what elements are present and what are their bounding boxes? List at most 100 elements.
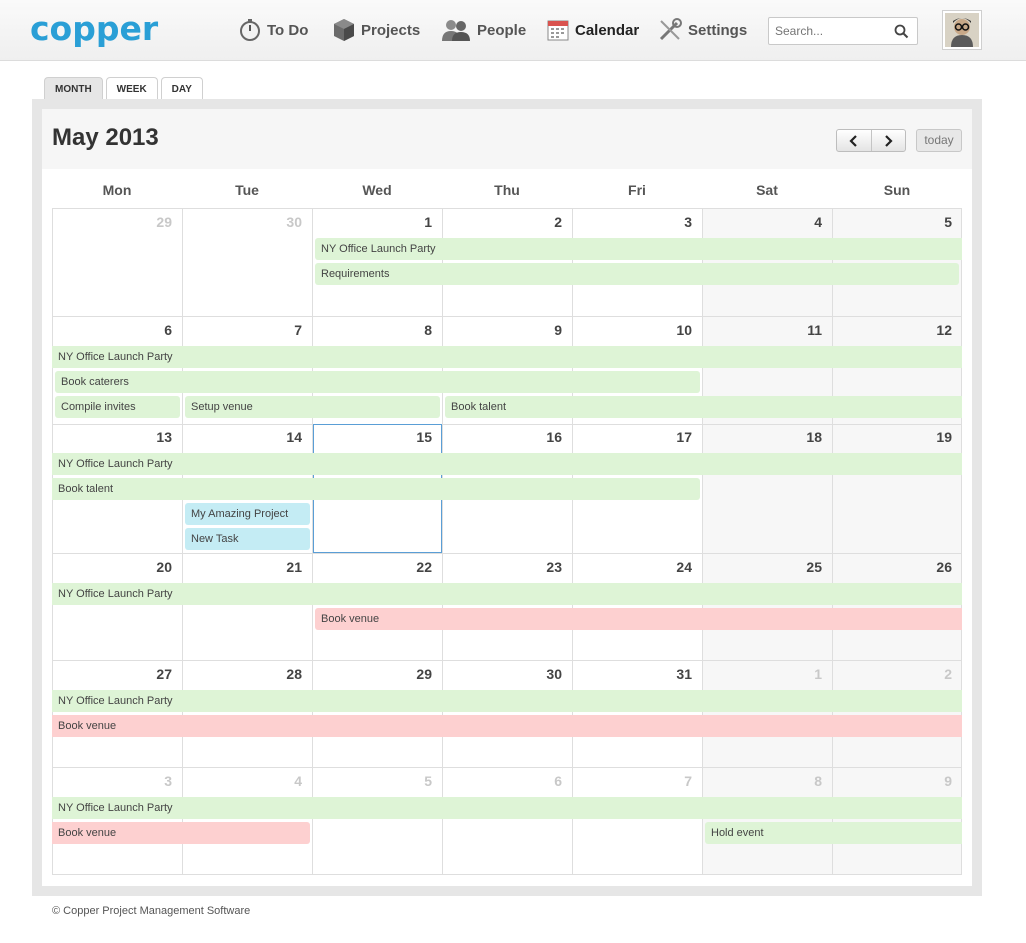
copper-logo[interactable]: copper <box>30 8 165 50</box>
nav-todo-label: To Do <box>267 21 309 39</box>
footer-copyright: © Copper Project Management Software <box>52 905 251 917</box>
day-number: 24 <box>676 559 692 575</box>
day-number: 23 <box>546 559 562 575</box>
day-number: 5 <box>944 214 952 230</box>
tab-week[interactable]: WEEK <box>105 77 158 100</box>
calendar-event[interactable]: Requirements <box>315 263 959 285</box>
day-number: 29 <box>416 666 432 682</box>
day-number: 15 <box>416 429 432 445</box>
weekday-header: Mon <box>102 182 132 198</box>
day-number: 12 <box>936 322 952 338</box>
calendar-event[interactable]: Hold event <box>705 822 962 844</box>
calendar-event[interactable]: NY Office Launch Party <box>52 453 962 475</box>
search-box <box>768 17 918 45</box>
day-number: 9 <box>944 773 952 789</box>
calendar-event[interactable]: Book talent <box>445 396 962 418</box>
day-number: 3 <box>684 214 692 230</box>
calendar-event[interactable]: Setup venue <box>185 396 440 418</box>
calendar-event[interactable]: NY Office Launch Party <box>52 346 962 368</box>
day-number: 28 <box>286 666 302 682</box>
nav-settings[interactable]: Settings <box>657 16 747 44</box>
calendar-event[interactable]: Book venue <box>52 822 310 844</box>
day-number: 5 <box>424 773 432 789</box>
search-icon[interactable] <box>894 24 909 39</box>
box-icon <box>334 19 354 41</box>
day-number: 4 <box>294 773 302 789</box>
nav-calendar[interactable]: Calendar <box>546 16 639 44</box>
calendar-event[interactable]: Compile invites <box>55 396 180 418</box>
calendar-event[interactable]: Book caterers <box>55 371 700 393</box>
day-number: 31 <box>676 666 692 682</box>
nav-people[interactable]: People <box>440 16 526 44</box>
day-number: 3 <box>164 773 172 789</box>
stopwatch-icon <box>240 19 260 41</box>
day-number: 13 <box>156 429 172 445</box>
day-number: 20 <box>156 559 172 575</box>
calendar-event[interactable]: NY Office Launch Party <box>52 797 962 819</box>
day-number: 2 <box>944 666 952 682</box>
weekday-header: Thu <box>494 182 520 198</box>
weekday-header: Sun <box>883 182 911 198</box>
day-number: 21 <box>286 559 302 575</box>
tab-day[interactable]: DAY <box>160 77 203 100</box>
day-number: 27 <box>156 666 172 682</box>
calendar-event[interactable]: Book talent <box>52 478 700 500</box>
calendar-event[interactable]: My Amazing Project <box>185 503 310 525</box>
chevron-right-icon <box>885 134 894 147</box>
weekday-header: Sat <box>756 182 778 198</box>
day-number: 11 <box>807 322 822 338</box>
day-number: 16 <box>546 429 562 445</box>
people-icon <box>442 20 470 41</box>
weekday-header: Tue <box>235 182 259 198</box>
wrench-icon <box>659 18 682 41</box>
day-number: 14 <box>286 429 302 445</box>
nav-todo[interactable]: To Do <box>238 16 308 44</box>
month-navigation <box>836 129 906 152</box>
calendar-event[interactable]: NY Office Launch Party <box>52 690 962 712</box>
calendar-event[interactable]: NY Office Launch Party <box>52 583 962 605</box>
day-number: 8 <box>814 773 822 789</box>
next-month-button[interactable] <box>870 130 905 151</box>
calendar-icon <box>547 20 569 41</box>
chevron-left-icon <box>849 134 857 147</box>
day-number: 1 <box>814 666 822 682</box>
top-header: copper To Do Projects People Calendar Se… <box>0 0 1026 61</box>
day-number: 29 <box>156 214 172 230</box>
nav-settings-label: Settings <box>688 21 748 39</box>
day-number: 2 <box>554 214 562 230</box>
day-number: 7 <box>294 322 302 338</box>
tab-month[interactable]: MONTH <box>44 77 103 100</box>
day-number: 26 <box>936 559 952 575</box>
day-number: 10 <box>676 322 692 338</box>
weekday-header: Wed <box>362 182 392 198</box>
view-tabs: MONTH WEEK DAY <box>44 77 206 100</box>
day-number: 30 <box>546 666 562 682</box>
nav-projects[interactable]: Projects <box>332 16 420 44</box>
calendar-event[interactable]: New Task <box>185 528 310 550</box>
nav-calendar-label: Calendar <box>575 21 640 39</box>
nav-people-label: People <box>477 21 527 39</box>
search-input[interactable] <box>769 18 889 44</box>
today-button[interactable]: today <box>916 129 962 152</box>
user-avatar[interactable] <box>942 10 982 50</box>
day-number: 6 <box>554 773 562 789</box>
calendar-event[interactable]: Book venue <box>52 715 962 737</box>
day-number: 25 <box>806 559 822 575</box>
day-number: 30 <box>286 214 302 230</box>
day-number: 1 <box>424 214 432 230</box>
day-number: 6 <box>164 322 172 338</box>
day-number: 8 <box>424 322 432 338</box>
month-title: May 2013 <box>52 124 159 151</box>
weekday-header: Fri <box>628 182 646 198</box>
prev-month-button[interactable] <box>837 130 871 151</box>
svg-text:copper: copper <box>30 9 159 48</box>
day-number: 19 <box>936 429 952 445</box>
day-number: 17 <box>676 429 692 445</box>
day-number: 4 <box>814 214 822 230</box>
day-number: 18 <box>806 429 822 445</box>
calendar-event[interactable]: Book venue <box>315 608 962 630</box>
nav-projects-label: Projects <box>361 21 421 39</box>
day-number: 7 <box>684 773 692 789</box>
day-number: 22 <box>416 559 432 575</box>
calendar-event[interactable]: NY Office Launch Party <box>315 238 962 260</box>
